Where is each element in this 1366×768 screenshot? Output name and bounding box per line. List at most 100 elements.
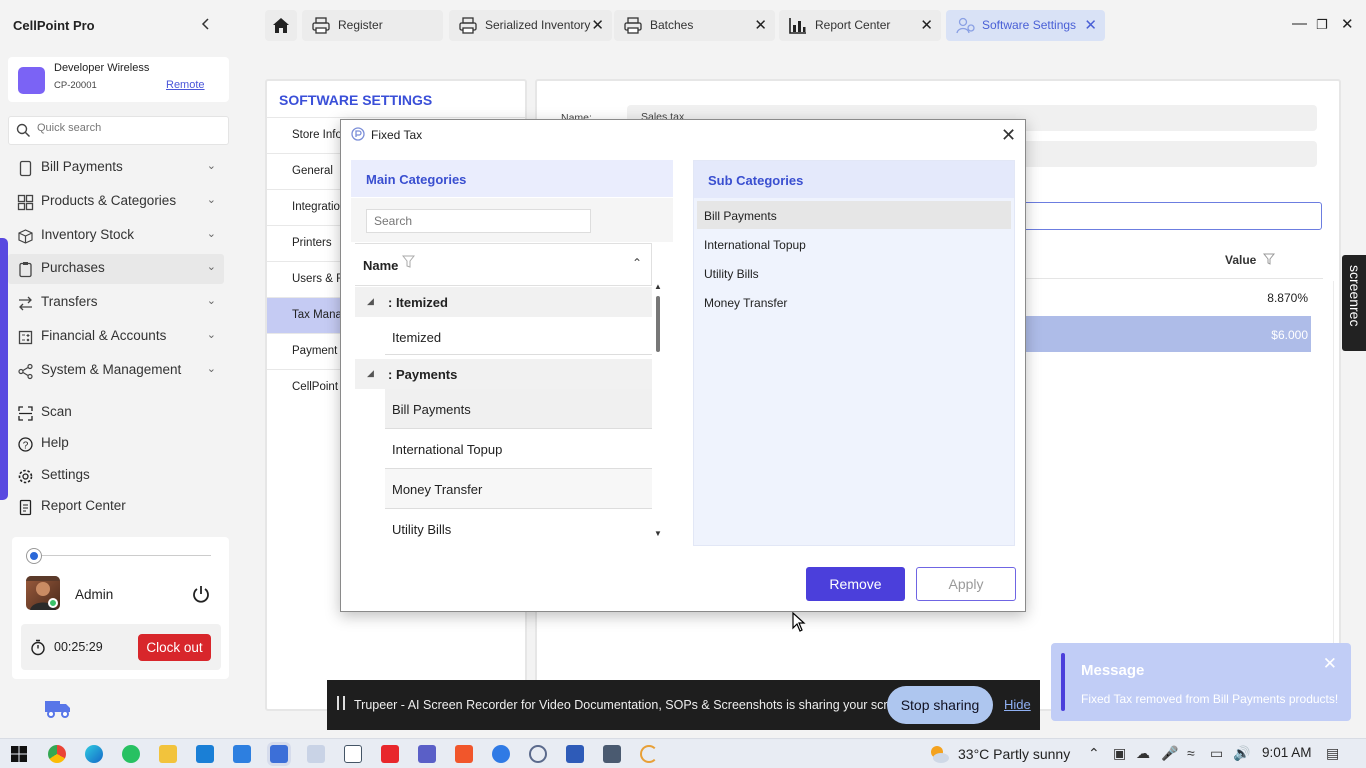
- close-icon[interactable]: ✕: [591, 16, 604, 34]
- scroll-up-arrow-icon[interactable]: ▲: [654, 282, 662, 291]
- close-icon[interactable]: ✕: [754, 16, 767, 34]
- nav-system-management[interactable]: System & Management ⌄: [8, 356, 224, 386]
- clock-out-button[interactable]: Clock out: [138, 634, 211, 661]
- nav-settings[interactable]: Settings: [8, 461, 224, 491]
- sub-item-money-transfer[interactable]: Money Transfer: [697, 288, 1011, 316]
- nav-transfers[interactable]: Transfers ⌄: [8, 288, 224, 318]
- app-icon-red[interactable]: [381, 745, 399, 763]
- collapse-sidebar-button[interactable]: [200, 16, 216, 36]
- nav-bill-payments[interactable]: Bill Payments ⌄: [8, 153, 224, 183]
- tree-column-header[interactable]: Name ⌃: [355, 243, 652, 286]
- nav-products-categories[interactable]: Products & Categories ⌄: [8, 187, 224, 217]
- nav-help[interactable]: ? Help: [8, 429, 224, 459]
- notepad-icon[interactable]: [566, 745, 584, 763]
- volume-icon[interactable]: 🔊: [1233, 745, 1250, 762]
- slider-track[interactable]: [33, 555, 211, 556]
- screenrec-badge[interactable]: screenrec: [1342, 255, 1366, 351]
- delivery-truck-icon[interactable]: [43, 697, 73, 719]
- toast-close-icon[interactable]: ✕: [1323, 654, 1337, 674]
- quick-search[interactable]: [8, 116, 229, 145]
- edge-icon[interactable]: [85, 745, 103, 763]
- scroll-down-arrow-icon[interactable]: ▼: [654, 529, 662, 538]
- table-row-selected[interactable]: $6.000: [1017, 316, 1311, 352]
- tab-serialized-inventory[interactable]: Serialized Inventory ✕: [449, 10, 612, 41]
- tree-group-payments[interactable]: ◢ : Payments: [355, 359, 652, 389]
- network-icon[interactable]: ▭: [1210, 745, 1223, 762]
- app-icon-gray[interactable]: [307, 745, 325, 763]
- collapse-triangle-icon[interactable]: ◢: [367, 368, 374, 379]
- nav-inventory-stock[interactable]: Inventory Stock ⌄: [8, 221, 224, 251]
- pause-icon[interactable]: [337, 696, 345, 710]
- tree-scrollbar[interactable]: ▲ ▼: [652, 282, 662, 542]
- tree-group-itemized[interactable]: ◢ : Itemized: [355, 287, 652, 317]
- tree-item-international-topup[interactable]: International Topup: [385, 429, 652, 469]
- tree-item-utility-bills[interactable]: Utility Bills: [385, 509, 652, 544]
- calculator-icon[interactable]: [603, 745, 621, 763]
- scroll-thumb[interactable]: [656, 296, 660, 352]
- hide-link[interactable]: Hide: [1004, 697, 1031, 712]
- window-icon[interactable]: [344, 745, 362, 763]
- cellpoint-taskbar-icon[interactable]: [270, 745, 288, 763]
- screenrec-label: screenrec: [1347, 265, 1363, 327]
- category-search-input[interactable]: [366, 209, 591, 233]
- store-icon[interactable]: [196, 745, 214, 763]
- tab-software-settings[interactable]: Software Settings ✕: [946, 10, 1105, 41]
- slider-knob[interactable]: [27, 549, 41, 563]
- filter-field[interactable]: [1017, 202, 1322, 230]
- category-tree: Name ⌃ ◢ : Itemized Itemized ◢ : Payment…: [351, 243, 673, 544]
- collapse-triangle-icon[interactable]: ◢: [367, 296, 374, 307]
- close-icon[interactable]: ✕: [920, 16, 933, 34]
- grid-value-header[interactable]: Value: [1225, 253, 1275, 267]
- tree-item-money-transfer[interactable]: Money Transfer: [385, 469, 652, 509]
- grid-scrollbar[interactable]: [1333, 281, 1341, 701]
- sub-item-international-topup[interactable]: International Topup: [697, 230, 1011, 258]
- app-icon-circle[interactable]: [492, 745, 510, 763]
- file-explorer-icon[interactable]: [159, 745, 177, 763]
- teams-icon[interactable]: [418, 745, 436, 763]
- tab-register[interactable]: Register: [302, 10, 443, 41]
- apply-button[interactable]: Apply: [916, 567, 1016, 601]
- dialog-close-button[interactable]: ✕: [1001, 125, 1016, 146]
- tree-item-bill-payments[interactable]: Bill Payments: [385, 389, 652, 429]
- weather-text[interactable]: 33°C Partly sunny: [958, 746, 1070, 762]
- wifi-icon[interactable]: ≈: [1187, 745, 1195, 761]
- restore-button[interactable]: ❐: [1316, 17, 1328, 33]
- app-icon-blue[interactable]: [233, 745, 251, 763]
- minimize-button[interactable]: —: [1292, 15, 1307, 32]
- window-close-button[interactable]: ✕: [1341, 15, 1354, 33]
- brave-icon[interactable]: [455, 745, 473, 763]
- tab-label: Register: [338, 18, 383, 32]
- stopwatch-icon: [31, 639, 45, 656]
- nav-scan[interactable]: Scan: [8, 398, 224, 428]
- windows-start-icon[interactable]: [10, 745, 28, 763]
- tree-item-itemized[interactable]: Itemized: [385, 317, 652, 355]
- stop-sharing-button[interactable]: Stop sharing: [887, 686, 993, 724]
- cloud-icon[interactable]: ☁: [1136, 745, 1150, 762]
- power-button[interactable]: [190, 583, 212, 605]
- remote-link[interactable]: Remote: [166, 79, 205, 91]
- sub-item-utility-bills[interactable]: Utility Bills: [697, 259, 1011, 287]
- clock[interactable]: 9:01 AM: [1262, 745, 1312, 760]
- close-icon[interactable]: ✕: [1084, 16, 1097, 34]
- notifications-icon[interactable]: ▤: [1326, 745, 1339, 762]
- table-row[interactable]: 8.870%: [1017, 280, 1311, 314]
- tab-batches[interactable]: Batches ✕: [614, 10, 775, 41]
- filter-icon[interactable]: [402, 255, 415, 268]
- remove-button[interactable]: Remove: [806, 567, 905, 601]
- whatsapp-icon[interactable]: [122, 745, 140, 763]
- chevron-up-icon[interactable]: ⌃: [1088, 745, 1100, 762]
- filter-icon[interactable]: [1262, 253, 1275, 265]
- loading-icon[interactable]: [640, 745, 658, 763]
- tab-home[interactable]: [265, 10, 297, 41]
- nav-financial-accounts[interactable]: Financial & Accounts ⌄: [8, 322, 224, 352]
- chevron-up-icon[interactable]: ⌃: [632, 256, 642, 270]
- quick-search-input[interactable]: [37, 122, 217, 134]
- chrome-icon[interactable]: [48, 745, 66, 763]
- nav-purchases[interactable]: Purchases ⌄: [8, 254, 224, 284]
- app-icon-ring[interactable]: [529, 745, 547, 763]
- microphone-icon[interactable]: 🎤: [1161, 745, 1178, 762]
- tray-icon[interactable]: ▣: [1113, 745, 1126, 762]
- nav-report-center[interactable]: Report Center: [8, 492, 224, 522]
- tab-report-center[interactable]: Report Center ✕: [779, 10, 941, 41]
- sub-item-bill-payments[interactable]: Bill Payments: [697, 201, 1011, 229]
